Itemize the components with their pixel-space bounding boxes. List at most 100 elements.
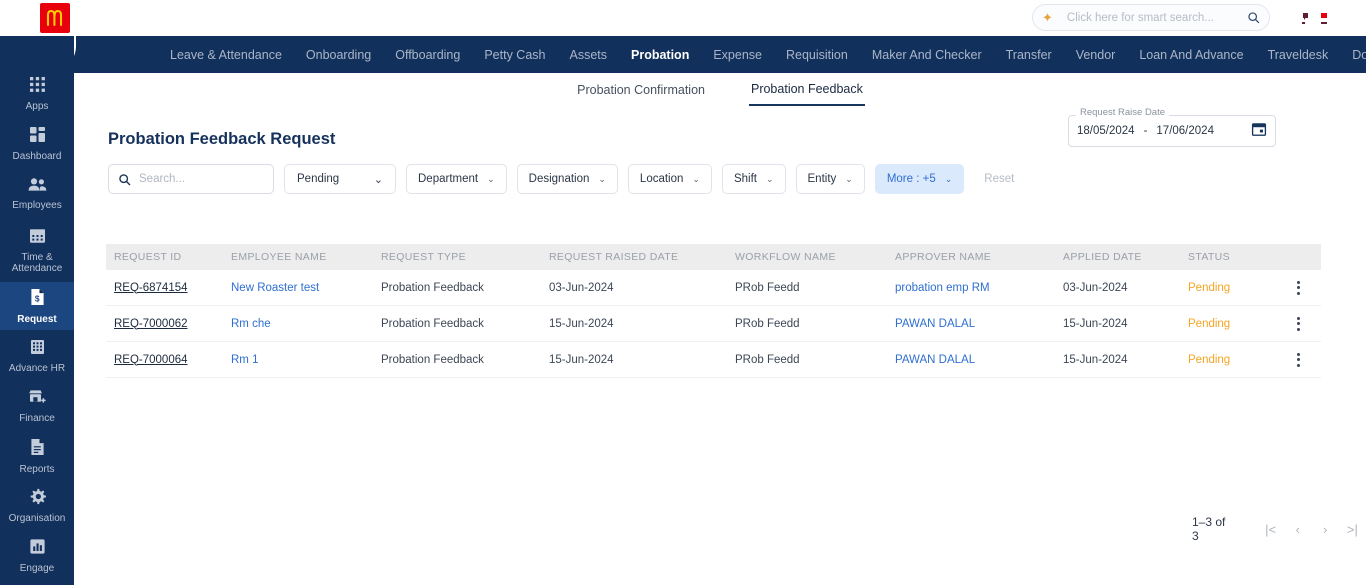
filter-status-dropdown[interactable]: Pending ⌄ bbox=[284, 164, 396, 194]
calendar-icon[interactable] bbox=[1251, 121, 1267, 142]
sidebar-item-finance[interactable]: Finance bbox=[0, 382, 74, 430]
next-page-button[interactable]: › bbox=[1311, 514, 1338, 544]
chevron-down-icon: ⌄ bbox=[487, 173, 495, 184]
status-badge: Pending bbox=[1188, 353, 1231, 366]
date-range-legend: Request Raise Date bbox=[1076, 107, 1170, 118]
previous-page-button[interactable]: ‹ bbox=[1284, 514, 1311, 544]
nav-item-petty-cash[interactable]: Petty Cash bbox=[484, 48, 545, 62]
sidebar-item-request[interactable]: $ Request bbox=[0, 282, 74, 330]
nav-item-leave-attendance[interactable]: Leave & Attendance bbox=[170, 48, 282, 62]
chevron-down-icon: ⌄ bbox=[373, 173, 383, 186]
sidebar-item-label: Organisation bbox=[8, 513, 66, 524]
filter-status-label: Pending bbox=[297, 173, 340, 185]
nav-item-probation[interactable]: Probation bbox=[631, 48, 689, 62]
sidebar-item-time-attendance[interactable]: Time & Attendance bbox=[0, 220, 74, 280]
status-badge: Pending bbox=[1188, 317, 1231, 330]
search-icon bbox=[119, 173, 131, 185]
last-page-button[interactable]: >| bbox=[1339, 514, 1366, 544]
cell-workflow-name: PRob Feedd bbox=[735, 281, 800, 294]
nav-item-assets[interactable]: Assets bbox=[569, 48, 607, 62]
filter-designation-label: Designation bbox=[528, 173, 590, 185]
report-document-icon bbox=[30, 438, 45, 460]
request-raise-date-range[interactable]: 18/05/2024 - 17/06/2024 bbox=[1068, 115, 1276, 147]
column-header-request-id: REQUEST ID bbox=[114, 251, 182, 263]
cell-request-id[interactable]: REQ-6874154 bbox=[106, 282, 231, 294]
mcdonalds-logo[interactable] bbox=[40, 3, 70, 33]
profile-icon[interactable] bbox=[1318, 10, 1331, 26]
nav-items: Leave & Attendance Onboarding Offboardin… bbox=[170, 36, 1366, 73]
cell-request-raised-date: 03-Jun-2024 bbox=[549, 281, 614, 294]
tab-probation-confirmation[interactable]: Probation Confirmation bbox=[575, 73, 707, 106]
bar-chart-icon bbox=[29, 538, 46, 559]
sidebar-item-reports[interactable]: Reports bbox=[0, 432, 74, 480]
cell-employee-name[interactable]: Rm che bbox=[231, 318, 381, 330]
building-icon bbox=[29, 338, 46, 359]
sidebar-item-label: Advance HR bbox=[8, 363, 66, 374]
cell-request-raised-date: 15-Jun-2024 bbox=[549, 317, 614, 330]
nav-item-traveldesk[interactable]: Traveldesk bbox=[1268, 48, 1329, 62]
nav-item-onboarding[interactable]: Onboarding bbox=[306, 48, 371, 62]
row-actions-menu-icon[interactable] bbox=[1290, 352, 1306, 367]
cell-approver-name[interactable]: PAWAN DALAL bbox=[895, 318, 1063, 330]
sidebar-item-engage[interactable]: Engage bbox=[0, 532, 74, 580]
nav-item-maker-and-checker[interactable]: Maker And Checker bbox=[872, 48, 982, 62]
table-row[interactable]: REQ-7000062 Rm che Probation Feedback 15… bbox=[106, 306, 1321, 342]
filter-shift-dropdown[interactable]: Shift ⌄ bbox=[721, 164, 786, 194]
top-bar: ✦ Click here for smart search... bbox=[0, 0, 1366, 36]
sidebar-item-organisation[interactable]: Organisation bbox=[0, 482, 74, 530]
left-sidebar: Apps Dashboard Employees Time & Attendan… bbox=[0, 36, 74, 585]
chevron-down-icon: ⌄ bbox=[692, 173, 700, 184]
golden-arches-icon bbox=[46, 9, 63, 27]
nav-item-transfer[interactable]: Transfer bbox=[1006, 48, 1052, 62]
gear-icon bbox=[29, 488, 46, 509]
cell-request-id[interactable]: REQ-7000062 bbox=[106, 318, 231, 330]
sidebar-item-apps[interactable]: Apps bbox=[0, 70, 74, 118]
filter-department-dropdown[interactable]: Department ⌄ bbox=[406, 164, 507, 194]
date-to-value[interactable]: 17/06/2024 bbox=[1156, 125, 1214, 137]
nav-item-requisition[interactable]: Requisition bbox=[786, 48, 848, 62]
column-header-applied-date: APPLIED DATE bbox=[1063, 251, 1142, 263]
filter-location-dropdown[interactable]: Location ⌄ bbox=[627, 164, 712, 194]
notification-icon[interactable] bbox=[1300, 10, 1313, 26]
nav-item-document[interactable]: Document bbox=[1352, 48, 1366, 62]
smart-search-bar[interactable]: ✦ Click here for smart search... bbox=[1032, 4, 1270, 31]
content-area: Probation Confirmation Probation Feedbac… bbox=[74, 73, 1366, 585]
page-title: Probation Feedback Request bbox=[108, 130, 336, 148]
nav-item-offboarding[interactable]: Offboarding bbox=[395, 48, 460, 62]
cell-request-id[interactable]: REQ-7000064 bbox=[106, 354, 231, 366]
search-input[interactable]: Search... bbox=[108, 164, 274, 194]
grid-apps-icon bbox=[29, 76, 46, 97]
reset-filters-button[interactable]: Reset bbox=[974, 173, 1024, 185]
chevron-down-icon: ⌄ bbox=[944, 173, 953, 184]
filter-entity-label: Entity bbox=[807, 173, 837, 185]
filter-designation-dropdown[interactable]: Designation ⌄ bbox=[516, 164, 618, 194]
cell-approver-name[interactable]: probation emp RM bbox=[895, 282, 1063, 294]
cell-employee-name[interactable]: New Roaster test bbox=[231, 282, 381, 294]
chevron-down-icon: ⌄ bbox=[845, 173, 853, 184]
nav-item-expense[interactable]: Expense bbox=[713, 48, 762, 62]
row-actions-menu-icon[interactable] bbox=[1290, 280, 1306, 295]
nav-item-vendor[interactable]: Vendor bbox=[1076, 48, 1116, 62]
date-from-value[interactable]: 18/05/2024 bbox=[1077, 125, 1135, 137]
smart-search-placeholder: Click here for smart search... bbox=[1066, 11, 1214, 24]
sidebar-item-label: Finance bbox=[19, 412, 55, 424]
filter-entity-dropdown[interactable]: Entity ⌄ bbox=[795, 164, 865, 194]
first-page-button[interactable]: |< bbox=[1257, 514, 1284, 544]
tab-probation-feedback[interactable]: Probation Feedback bbox=[748, 73, 865, 106]
cell-employee-name[interactable]: Rm 1 bbox=[231, 354, 381, 366]
column-header-request-raised-date: REQUEST RAISED DATE bbox=[549, 251, 679, 263]
table-row[interactable]: REQ-6874154 New Roaster test Probation F… bbox=[106, 270, 1321, 306]
cell-approver-name[interactable]: PAWAN DALAL bbox=[895, 354, 1063, 366]
nav-item-loan-and-advance[interactable]: Loan And Advance bbox=[1139, 48, 1243, 62]
sidebar-item-dashboard[interactable]: Dashboard bbox=[0, 120, 74, 168]
table-row[interactable]: REQ-7000064 Rm 1 Probation Feedback 15-J… bbox=[106, 342, 1321, 378]
row-actions-menu-icon[interactable] bbox=[1290, 316, 1306, 331]
sidebar-item-advance-hr[interactable]: Advance HR bbox=[0, 332, 74, 380]
filter-shift-label: Shift bbox=[733, 173, 757, 185]
filter-more-dropdown[interactable]: More : +5 ⌄ bbox=[874, 164, 965, 194]
sidebar-item-employees[interactable]: Employees bbox=[0, 170, 74, 218]
search-icon[interactable] bbox=[1247, 11, 1260, 24]
chevron-down-icon: ⌄ bbox=[765, 173, 774, 184]
sidebar-item-label: Time & Attendance bbox=[11, 251, 63, 274]
search-placeholder: Search... bbox=[139, 173, 186, 185]
